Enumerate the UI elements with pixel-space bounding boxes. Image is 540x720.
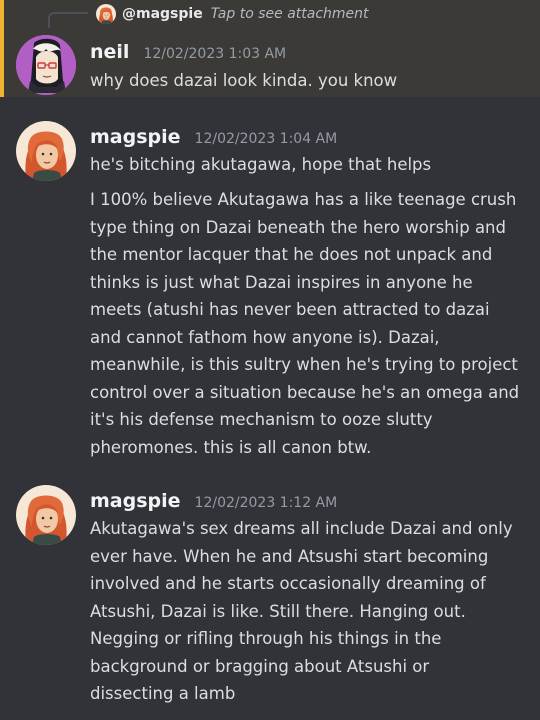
- author-name[interactable]: magspie: [90, 126, 181, 148]
- message-line: thinks is just what Dazai inspires in an…: [90, 272, 473, 292]
- message-line: meanwhile, is this sultry when he's tryi…: [90, 355, 518, 374]
- message-line: control over a situation because he's an…: [90, 382, 520, 402]
- reply-reference[interactable]: @magspie Tap to see attachment: [96, 3, 369, 25]
- message-line: pheromones. this is all canon btw.: [90, 437, 372, 457]
- message-line: why does dazai look kinda. you know: [90, 71, 398, 90]
- message-line: he's bitching akutagawa, hope that helps: [90, 155, 432, 174]
- message-line: meets (atushi has never been attracted t…: [90, 300, 490, 319]
- author-name[interactable]: neil: [90, 41, 129, 63]
- reply-preview-text[interactable]: Tap to see attachment: [211, 6, 369, 22]
- message-line: dissecting a lamb: [90, 684, 236, 703]
- author-name[interactable]: magspie: [90, 490, 181, 512]
- message-line: Atsushi, Dazai is like. Still there. Han…: [90, 601, 466, 621]
- redhead-portrait-avatar-icon: [16, 485, 76, 545]
- message-line: Negging or rifling through his things in…: [90, 629, 442, 648]
- message-content: he's bitching akutagawa, hope that helps: [90, 151, 530, 179]
- redhead-portrait-avatar-icon: [96, 4, 116, 24]
- message-content: I 100% believe Akutagawa has a like teen…: [90, 186, 530, 461]
- message-line: the mentor lacquer that he does not unpa…: [90, 245, 493, 264]
- message-line: it's his defense mechanism to ooze slutt…: [90, 410, 433, 429]
- message-line: I 100% believe Akutagawa has a like teen…: [90, 190, 517, 209]
- redhead-portrait-avatar-icon: [16, 121, 76, 181]
- reply-connector: [48, 12, 88, 28]
- reply-author[interactable]: @magspie: [122, 6, 203, 22]
- avatar[interactable]: [16, 35, 76, 95]
- message-content: Akutagawa's sex dreams all include Dazai…: [90, 515, 530, 708]
- message-timestamp: 12/02/2023 1:04 AM: [194, 131, 338, 147]
- message-line: and cannot fathom how anyone is). Dazai,: [90, 327, 440, 347]
- message-line: involved and he starts occasionally drea…: [90, 574, 486, 593]
- message-header: magspie 12/02/2023 1:12 AM: [90, 490, 337, 512]
- message-line: ever have. When he and Atsushi start bec…: [90, 546, 489, 566]
- message-line: type thing on Dazai beneath the hero wor…: [90, 217, 506, 237]
- reply-avatar: [96, 4, 116, 24]
- message-timestamp: 12/02/2023 1:03 AM: [143, 46, 287, 62]
- message-timestamp: 12/02/2023 1:12 AM: [194, 495, 338, 511]
- message-line: background or bragging about Atsushi or: [90, 656, 430, 676]
- anime-character-avatar-icon: [16, 35, 76, 95]
- message-header: magspie 12/02/2023 1:04 AM: [90, 126, 337, 148]
- message-header: neil 12/02/2023 1:03 AM: [90, 41, 286, 63]
- message-line: Akutagawa's sex dreams all include Dazai…: [90, 519, 513, 538]
- chat-message-list: @magspie Tap to see attachment neil 12/0…: [0, 0, 540, 720]
- avatar[interactable]: [16, 121, 76, 181]
- message-content: why does dazai look kinda. you know: [90, 67, 530, 95]
- avatar[interactable]: [16, 485, 76, 545]
